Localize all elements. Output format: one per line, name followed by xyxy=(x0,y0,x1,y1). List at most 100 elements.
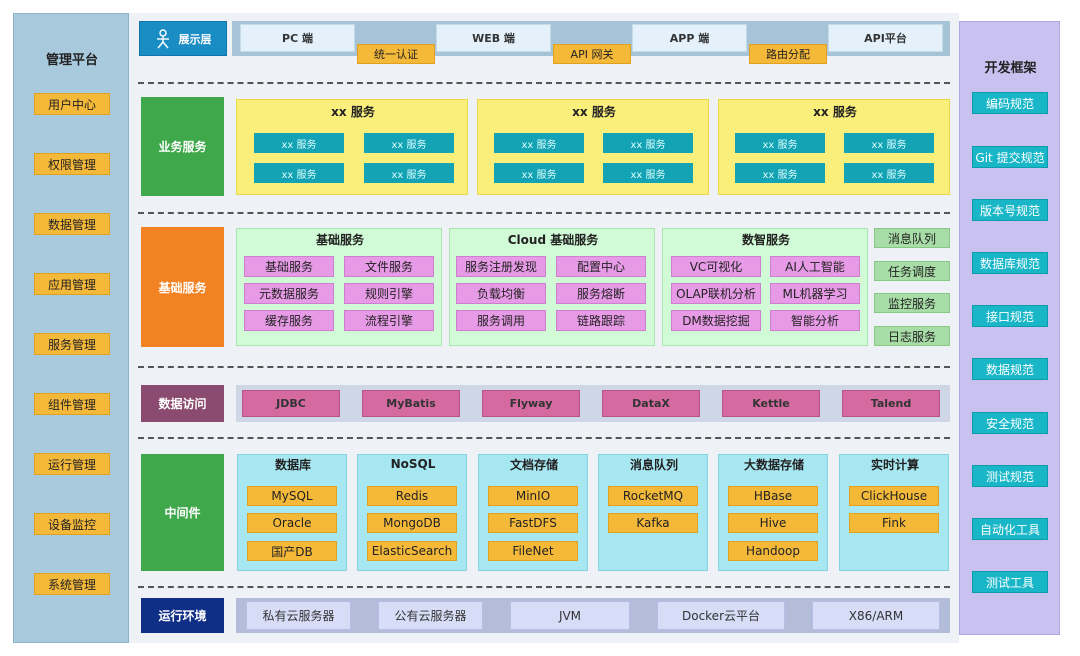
rt-docker[interactable]: Docker云平台 xyxy=(657,601,785,630)
right-item-testing-standard[interactable]: 测试规范 xyxy=(972,465,1048,487)
data-access-label: 数据访问 xyxy=(141,385,224,422)
da-flyway[interactable]: Flyway xyxy=(482,390,580,417)
right-item-git-commit[interactable]: Git 提交规范 xyxy=(972,146,1048,168)
business-chip[interactable]: xx 服务 xyxy=(254,163,344,183)
middleware-chip[interactable]: HBase xyxy=(728,486,818,506)
join-unified-auth[interactable]: 统一认证 xyxy=(357,44,435,64)
left-item-data[interactable]: 数据管理 xyxy=(34,213,110,235)
middleware-chip[interactable]: MongoDB xyxy=(367,513,457,533)
rt-jvm[interactable]: JVM xyxy=(510,601,630,630)
middleware-chip[interactable]: RocketMQ xyxy=(608,486,698,506)
join-routing[interactable]: 路由分配 xyxy=(749,44,827,64)
foundation-chip[interactable]: 服务调用 xyxy=(456,310,546,331)
right-item-version[interactable]: 版本号规范 xyxy=(972,199,1048,221)
middleware-chip[interactable]: FileNet xyxy=(488,541,578,561)
foundation-chip[interactable]: 基础服务 xyxy=(244,256,334,277)
foundation-chip[interactable]: 缓存服务 xyxy=(244,310,334,331)
middleware-group-nosql: NoSQL Redis MongoDB ElasticSearch xyxy=(357,454,467,571)
middleware-group-document: 文档存储 MinIO FastDFS FileNet xyxy=(478,454,588,571)
middleware-chip[interactable]: Redis xyxy=(367,486,457,506)
middleware-chip[interactable]: Fink xyxy=(849,513,939,533)
foundation-panel-title: 基础服务 xyxy=(315,232,364,247)
left-item-runtime[interactable]: 运行管理 xyxy=(34,453,110,475)
right-item-database-standard[interactable]: 数据库规范 xyxy=(972,252,1048,274)
foundation-chip[interactable]: 元数据服务 xyxy=(244,283,334,304)
client-app[interactable]: APP 端 xyxy=(632,24,747,52)
business-chip[interactable]: xx 服务 xyxy=(735,163,825,183)
left-item-device[interactable]: 设备监控 xyxy=(34,513,110,535)
left-item-user-center[interactable]: 用户中心 xyxy=(34,93,110,115)
da-datax[interactable]: DataX xyxy=(602,390,700,417)
rt-x86-arm[interactable]: X86/ARM xyxy=(812,601,940,630)
business-chip[interactable]: xx 服务 xyxy=(364,133,454,153)
right-item-automation[interactable]: 自动化工具 xyxy=(972,518,1048,540)
middleware-chip[interactable]: Oracle xyxy=(247,513,337,533)
right-item-test-tools[interactable]: 测试工具 xyxy=(972,571,1048,593)
business-chip[interactable]: xx 服务 xyxy=(844,133,934,153)
middleware-chip[interactable]: MySQL xyxy=(247,486,337,506)
da-kettle[interactable]: Kettle xyxy=(722,390,820,417)
middleware-chip[interactable]: 国产DB xyxy=(247,541,337,561)
person-icon xyxy=(156,28,169,48)
foundation-chip[interactable]: 服务注册发现 xyxy=(456,256,546,277)
right-item-data-standard[interactable]: 数据规范 xyxy=(972,358,1048,380)
business-chip[interactable]: xx 服务 xyxy=(254,133,344,153)
foundation-chip[interactable]: 负载均衡 xyxy=(456,283,546,304)
business-label: 业务服务 xyxy=(141,97,224,196)
business-chip[interactable]: xx 服务 xyxy=(364,163,454,183)
foundation-chip[interactable]: 服务熔断 xyxy=(556,283,646,304)
foundation-chip[interactable]: 规则引擎 xyxy=(344,283,434,304)
side-message-queue[interactable]: 消息队列 xyxy=(874,228,950,248)
client-api-platform[interactable]: API平台 xyxy=(828,24,943,52)
left-item-permission[interactable]: 权限管理 xyxy=(34,153,110,175)
middleware-chip[interactable]: Kafka xyxy=(608,513,698,533)
foundation-chip[interactable]: 链路跟踪 xyxy=(556,310,646,331)
left-item-component[interactable]: 组件管理 xyxy=(34,393,110,415)
middleware-group-bigdata: 大数据存储 HBase Hive Handoop xyxy=(718,454,828,571)
middleware-chip[interactable]: ClickHouse xyxy=(849,486,939,506)
rt-public-cloud[interactable]: 公有云服务器 xyxy=(378,601,483,630)
middleware-group-title: 实时计算 xyxy=(870,457,919,472)
foundation-chip[interactable]: 配置中心 xyxy=(556,256,646,277)
join-api-gateway[interactable]: API 网关 xyxy=(553,44,631,64)
middleware-chip[interactable]: Handoop xyxy=(728,541,818,561)
left-item-service[interactable]: 服务管理 xyxy=(34,333,110,355)
da-jdbc[interactable]: JDBC xyxy=(242,390,340,417)
da-mybatis[interactable]: MyBatis xyxy=(362,390,460,417)
right-item-api-standard[interactable]: 接口规范 xyxy=(972,305,1048,327)
side-monitoring[interactable]: 监控服务 xyxy=(874,293,950,313)
da-talend[interactable]: Talend xyxy=(842,390,940,417)
foundation-chip[interactable]: VC可视化 xyxy=(671,256,761,277)
business-panel-2: xx 服务 xx 服务 xx 服务 xx 服务 xx 服务 xyxy=(477,99,709,195)
middleware-chip[interactable]: ElasticSearch xyxy=(367,541,457,561)
business-chip[interactable]: xx 服务 xyxy=(603,133,693,153)
side-logging[interactable]: 日志服务 xyxy=(874,326,950,346)
foundation-chip[interactable]: 智能分析 xyxy=(770,310,860,331)
client-pc[interactable]: PC 端 xyxy=(240,24,355,52)
foundation-chip[interactable]: DM数据挖掘 xyxy=(671,310,761,331)
right-item-security[interactable]: 安全规范 xyxy=(972,412,1048,434)
foundation-chip[interactable]: OLAP联机分析 xyxy=(671,283,761,304)
left-item-app[interactable]: 应用管理 xyxy=(34,273,110,295)
business-chip[interactable]: xx 服务 xyxy=(494,163,584,183)
left-item-system[interactable]: 系统管理 xyxy=(34,573,110,595)
side-task-scheduling[interactable]: 任务调度 xyxy=(874,261,950,281)
foundation-chip[interactable]: AI人工智能 xyxy=(770,256,860,277)
middleware-chip[interactable]: FastDFS xyxy=(488,513,578,533)
middleware-label: 中间件 xyxy=(141,454,224,571)
rt-private-cloud[interactable]: 私有云服务器 xyxy=(246,601,351,630)
right-item-coding-standard[interactable]: 编码规范 xyxy=(972,92,1048,114)
foundation-chip[interactable]: 流程引擎 xyxy=(344,310,434,331)
business-chip[interactable]: xx 服务 xyxy=(494,133,584,153)
business-panel-1: xx 服务 xx 服务 xx 服务 xx 服务 xx 服务 xyxy=(236,99,468,195)
middleware-chip[interactable]: Hive xyxy=(728,513,818,533)
client-web[interactable]: WEB 端 xyxy=(436,24,551,52)
business-chip[interactable]: xx 服务 xyxy=(735,133,825,153)
runtime-label: 运行环境 xyxy=(141,598,224,633)
foundation-chip[interactable]: 文件服务 xyxy=(344,256,434,277)
business-chip[interactable]: xx 服务 xyxy=(844,163,934,183)
middleware-group-database: 数据库 MySQL Oracle 国产DB xyxy=(237,454,347,571)
foundation-chip[interactable]: ML机器学习 xyxy=(770,283,860,304)
middleware-chip[interactable]: MinIO xyxy=(488,486,578,506)
business-chip[interactable]: xx 服务 xyxy=(603,163,693,183)
